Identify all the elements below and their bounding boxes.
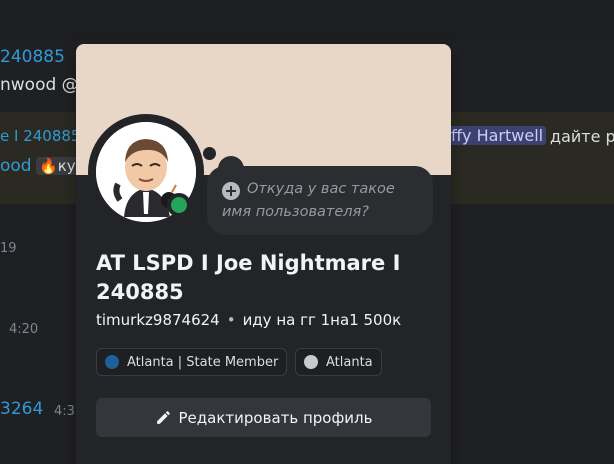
edit-profile-button[interactable]: Редактировать профиль — [96, 398, 431, 437]
message-author[interactable]: ood — [0, 156, 32, 176]
message-author[interactable]: 240885 — [0, 47, 65, 67]
message-author[interactable]: 3264 — [0, 399, 43, 419]
separator-dot: • — [226, 311, 236, 329]
message-text: дайте ро — [550, 127, 614, 146]
custom-status-bubble[interactable]: Откуда у вас такое имя пользователя? — [207, 166, 433, 235]
user-profile-popout: Откуда у вас такое имя пользователя? AT … — [76, 44, 451, 464]
role-label: Atlanta — [326, 354, 373, 370]
custom-status-placeholder: Откуда у вас такое имя пользователя? — [222, 181, 395, 220]
timestamp: 19 — [0, 241, 17, 256]
chat-header-band — [0, 0, 614, 40]
username[interactable]: timurkz9874624 — [96, 311, 220, 329]
user-mention[interactable]: ffy Hartwell — [448, 126, 547, 145]
edit-profile-label: Редактировать профиль — [178, 408, 373, 427]
profile-status-text: иду на гг 1на1 500к — [242, 311, 402, 329]
timestamp: 4:20 — [9, 322, 39, 337]
message-text: nwood @ — [0, 75, 79, 95]
avatar-ring — [88, 114, 204, 230]
role-chip-state-member[interactable]: Atlanta | State Member — [96, 348, 288, 376]
status-thought-dot — [203, 147, 216, 160]
role-label: Atlanta | State Member — [127, 354, 279, 370]
pencil-icon — [156, 411, 170, 424]
flame-icon: 🔥 — [39, 157, 58, 175]
username-row: timurkz9874624 • иду на гг 1на1 500к — [96, 311, 401, 329]
display-name: AT LSPD I Joe Nightmare I 240885 — [96, 251, 401, 304]
online-status-icon — [167, 193, 191, 217]
role-chip-atlanta[interactable]: Atlanta — [295, 348, 382, 376]
reply-author[interactable]: e I 240885 — [0, 127, 80, 145]
role-color-dot — [304, 355, 318, 369]
role-color-dot — [105, 355, 119, 369]
